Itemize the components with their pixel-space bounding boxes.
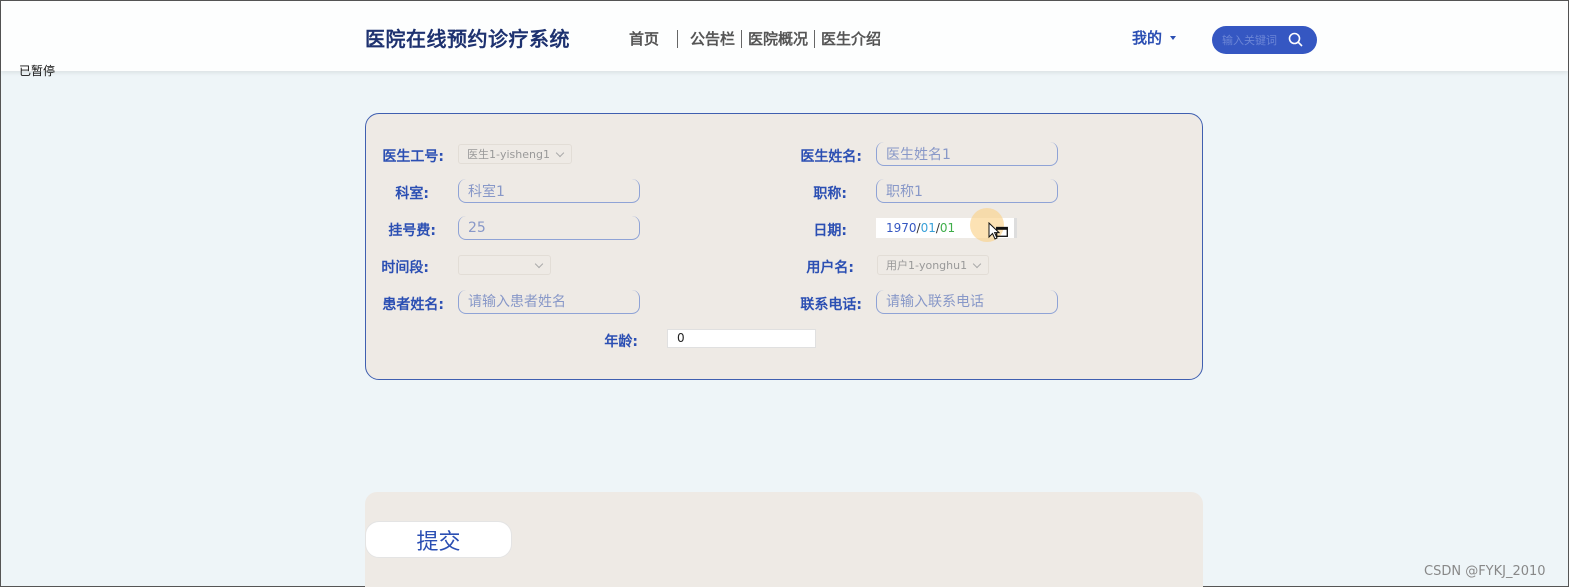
my-menu[interactable]: 我的 xyxy=(1132,27,1177,48)
patient-name-label: 患者姓名: xyxy=(382,297,444,313)
department-field[interactable] xyxy=(458,179,640,203)
fee-label: 挂号费: xyxy=(388,223,436,239)
age-field[interactable]: 0 xyxy=(667,329,816,348)
username-label: 用户名: xyxy=(806,260,854,276)
doctor-id-value: 医生1-yisheng1 xyxy=(467,148,550,161)
fee-field[interactable] xyxy=(458,216,640,240)
my-menu-label: 我的 xyxy=(1132,29,1163,47)
doctor-name-field[interactable] xyxy=(876,142,1058,166)
top-header: 医院在线预约诊疗系统 首页 公告栏 医院概况 医生介绍 我的 xyxy=(1,1,1568,71)
username-select[interactable]: 用户1-yonghu1 xyxy=(877,255,989,275)
date-label: 日期: xyxy=(813,223,847,239)
phone-label: 联系电话: xyxy=(800,297,862,313)
title-label: 职称: xyxy=(813,186,847,202)
chevron-down-icon xyxy=(555,148,565,157)
nav-hospital-overview[interactable]: 医院概况 xyxy=(742,28,814,49)
doctor-name-label: 医生姓名: xyxy=(800,149,862,165)
paused-indicator: 已暂停 xyxy=(19,64,56,78)
date-month: 01 xyxy=(920,221,936,235)
search-input[interactable] xyxy=(1222,33,1290,47)
username-value: 用户1-yonghu1 xyxy=(886,259,968,272)
chevron-down-icon xyxy=(972,259,982,268)
doctor-id-label: 医生工号: xyxy=(382,149,444,165)
search-icon[interactable] xyxy=(1288,32,1303,51)
title-field[interactable] xyxy=(876,179,1058,203)
phone-field[interactable] xyxy=(876,290,1058,314)
chevron-down-icon xyxy=(534,259,544,268)
patient-name-field[interactable] xyxy=(458,290,640,314)
submit-button[interactable]: 提交 xyxy=(365,521,512,558)
doctor-id-select[interactable]: 医生1-yisheng1 xyxy=(458,144,572,164)
site-brand[interactable]: 医院在线预约诊疗系统 xyxy=(365,23,570,52)
time-slot-select[interactable] xyxy=(458,255,551,275)
watermark: CSDN @FYKJ_2010 xyxy=(1424,564,1546,579)
nav-home[interactable]: 首页 xyxy=(623,28,677,49)
date-day: 01 xyxy=(939,221,956,235)
nav-notice-board[interactable]: 公告栏 xyxy=(678,28,741,49)
department-label: 科室: xyxy=(395,186,429,202)
main-nav: 首页 公告栏 医院概况 医生介绍 xyxy=(623,28,887,49)
time-slot-label: 时间段: xyxy=(381,260,429,276)
search-box xyxy=(1212,26,1317,54)
date-year: 1970 xyxy=(886,221,917,235)
caret-down-icon xyxy=(1170,35,1177,40)
age-label: 年龄: xyxy=(604,334,638,350)
nav-doctor-intro[interactable]: 医生介绍 xyxy=(815,28,887,49)
mouse-pointer-icon xyxy=(988,221,1001,244)
